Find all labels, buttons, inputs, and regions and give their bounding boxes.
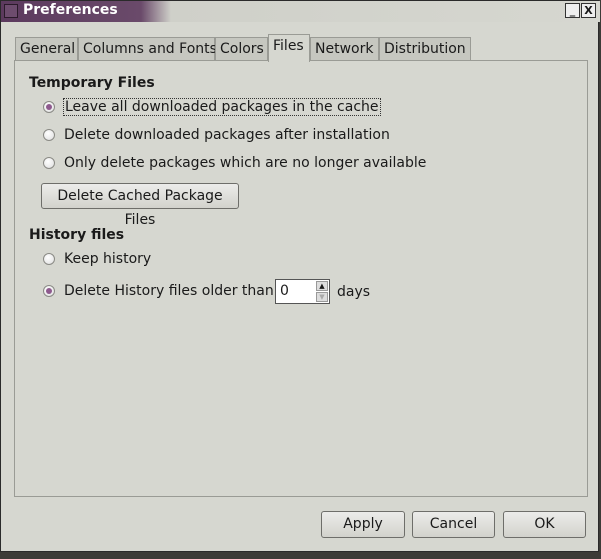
cancel-button[interactable]: Cancel — [412, 511, 495, 538]
window-title: Preferences — [23, 2, 118, 18]
days-input[interactable]: 0 — [280, 283, 289, 299]
delete-cached-files-button[interactable]: Delete Cached Package Files — [41, 183, 239, 228]
tab-colors[interactable]: Colors — [215, 37, 268, 61]
radio-delete-history-older[interactable]: Delete History files older than: — [43, 283, 278, 299]
radio-icon — [43, 157, 55, 169]
spin-up-icon[interactable]: ▲ — [316, 281, 328, 291]
tab-network[interactable]: Network — [310, 37, 379, 61]
history-files-heading: History files — [29, 227, 125, 243]
ok-button[interactable]: OK — [503, 511, 586, 538]
radio-leave-in-cache[interactable]: Leave all downloaded packages in the cac… — [43, 98, 381, 116]
radio-delete-after-install[interactable]: Delete downloaded packages after install… — [43, 127, 390, 143]
radio-label: Delete History files older than: — [64, 283, 279, 299]
radio-icon — [43, 253, 55, 265]
radio-selected-icon — [43, 285, 55, 297]
tab-files[interactable]: Files — [268, 34, 310, 62]
spin-down-icon[interactable]: ▼ — [316, 292, 328, 302]
tab-general[interactable]: General — [15, 37, 78, 61]
apply-button[interactable]: Apply — [321, 511, 405, 538]
close-button[interactable]: X — [581, 3, 596, 18]
title-bar[interactable]: Preferences _ X — [1, 1, 600, 22]
minimize-button[interactable]: _ — [565, 3, 580, 18]
window-icon — [4, 4, 18, 18]
radio-label: Leave all downloaded packages in the cac… — [63, 98, 381, 116]
radio-delete-unavailable[interactable]: Only delete packages which are no longer… — [43, 155, 426, 171]
radio-label: Only delete packages which are no longer… — [64, 155, 427, 171]
radio-icon — [43, 129, 55, 141]
days-label: days — [337, 284, 371, 300]
radio-keep-history[interactable]: Keep history — [43, 251, 151, 267]
tab-distribution[interactable]: Distribution — [379, 37, 471, 61]
radio-label: Delete downloaded packages after install… — [64, 127, 390, 143]
temporary-files-heading: Temporary Files — [29, 75, 155, 91]
days-spinbox[interactable]: 0 ▲ ▼ — [275, 279, 330, 304]
preferences-window: Preferences _ X General Columns and Font… — [0, 0, 600, 552]
radio-selected-icon — [43, 101, 55, 113]
radio-label: Keep history — [64, 251, 152, 267]
tab-columns-and-fonts[interactable]: Columns and Fonts — [78, 37, 217, 61]
